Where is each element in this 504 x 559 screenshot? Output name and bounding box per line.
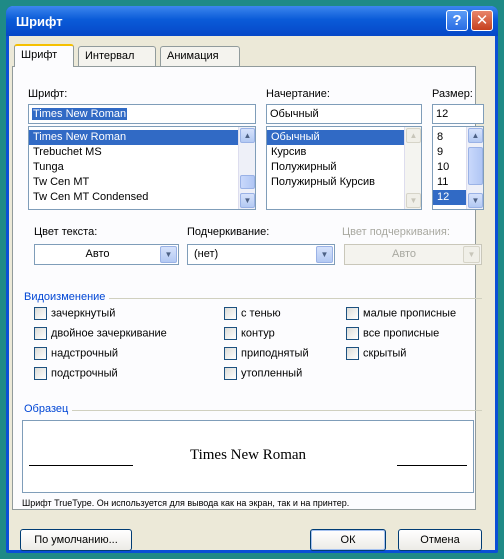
style-input[interactable]: Обычный [266,104,422,124]
list-item[interactable]: Tunga [29,160,255,175]
color-label: Цвет текста: [34,226,98,238]
size-list-scrollbar[interactable]: ▲ ▼ [466,127,483,209]
font-name-input[interactable]: Times New Roman [28,104,256,124]
cancel-button[interactable]: Отмена [398,529,482,551]
checkbox-subscript[interactable]: подстрочный [34,367,118,383]
style-list[interactable]: Обычный Курсив Полужирный Полужирный Кур… [266,126,422,210]
checkbox-box[interactable] [224,347,237,360]
style-value: Обычный [270,108,319,120]
font-name-value: Times New Roman [32,108,128,120]
size-value: 12 [436,108,449,120]
list-item[interactable]: Курсив [267,145,421,160]
checkbox-box[interactable] [224,307,237,320]
preview-title: Образец [24,403,73,415]
underline-color-label: Цвет подчеркивания: [342,226,450,238]
scroll-up-icon: ▲ [406,128,421,143]
default-button[interactable]: По умолчанию... [20,529,132,551]
checkbox-engrave[interactable]: утопленный [224,367,302,383]
list-item[interactable]: Полужирный [267,160,421,175]
list-item[interactable]: Times New Roman [29,130,255,145]
list-item[interactable]: 12 [433,190,466,205]
chevron-down-icon: ▼ [463,246,480,263]
preview-baseline-right [397,465,467,466]
preview-sample-text: Times New Roman [189,447,307,463]
list-item[interactable]: Tw Cen MT Condensed [29,190,255,205]
checkbox-all-caps[interactable]: все прописные [346,327,439,343]
checkbox-box[interactable] [346,347,359,360]
color-value: Авто [85,248,110,260]
list-item[interactable]: Tw Cen MT [29,175,255,190]
dialog-title: Шрифт [16,14,63,29]
ok-button[interactable]: ОК [310,529,386,551]
checkbox-box[interactable] [34,327,47,340]
underline-label: Подчеркивание: [187,226,270,238]
checkbox-superscript[interactable]: надстрочный [34,347,118,363]
chevron-down-icon[interactable]: ▼ [316,246,333,263]
scroll-thumb[interactable] [240,175,255,189]
chevron-down-icon[interactable]: ▼ [160,246,177,263]
title-bar[interactable]: Шрифт ? ✕ [6,6,498,36]
checkbox-hidden[interactable]: скрытый [346,347,406,363]
size-label: Размер: [432,88,473,100]
underline-color-value: Авто [392,248,416,260]
checkbox-box[interactable] [346,307,359,320]
font-label: Шрифт: [28,88,68,100]
checkbox-box[interactable] [224,367,237,380]
color-select[interactable]: Авто ▼ [34,244,179,265]
checkbox-box[interactable] [34,347,47,360]
checkbox-box[interactable] [346,327,359,340]
list-item[interactable]: Trebuchet MS [29,145,255,160]
list-item[interactable]: Полужирный Курсив [267,175,421,190]
checkbox-small-caps[interactable]: малые прописные [346,307,456,323]
size-input[interactable]: 12 [432,104,484,124]
tab-font[interactable]: Шрифт [14,44,74,67]
style-label: Начертание: [266,88,330,100]
font-list-scrollbar[interactable]: ▲ ▼ [238,127,255,209]
help-icon[interactable]: ? [446,10,468,31]
scroll-down-icon[interactable]: ▼ [240,193,255,208]
scroll-down-icon[interactable]: ▼ [468,193,483,208]
checkbox-shadow[interactable]: с тенью [224,307,281,323]
preview-divider [24,410,482,411]
checkbox-strikethrough[interactable]: зачеркнутый [34,307,115,323]
tab-animation[interactable]: Анимация [160,46,240,66]
scroll-down-icon: ▼ [406,193,421,208]
underline-select[interactable]: (нет) ▼ [187,244,335,265]
checkbox-emboss[interactable]: приподнятый [224,347,309,363]
preview-baseline-left [29,465,133,466]
list-item[interactable]: Обычный [267,130,404,145]
scroll-up-icon[interactable]: ▲ [468,128,483,143]
underline-color-select: Авто ▼ [344,244,482,265]
checkbox-box[interactable] [224,327,237,340]
checkbox-double-strikethrough[interactable]: двойное зачеркивание [34,327,167,343]
close-icon[interactable]: ✕ [471,10,493,31]
size-list[interactable]: 8 9 10 11 12 ▲ ▼ [432,126,484,210]
preview-box: Times New Roman [22,420,474,493]
scroll-up-icon[interactable]: ▲ [240,128,255,143]
font-list[interactable]: Times New Roman Trebuchet MS Tunga Tw Ce… [28,126,256,210]
tab-spacing[interactable]: Интервал [78,46,156,66]
style-list-scrollbar: ▲ ▼ [404,127,421,209]
scroll-thumb[interactable] [468,147,483,185]
underline-value: (нет) [194,248,219,260]
checkbox-outline[interactable]: контур [224,327,275,343]
checkbox-box[interactable] [34,367,47,380]
checkbox-box[interactable] [34,307,47,320]
truetype-note: Шрифт TrueType. Он используется для выво… [22,498,350,508]
effects-title: Видоизменение [24,291,110,303]
